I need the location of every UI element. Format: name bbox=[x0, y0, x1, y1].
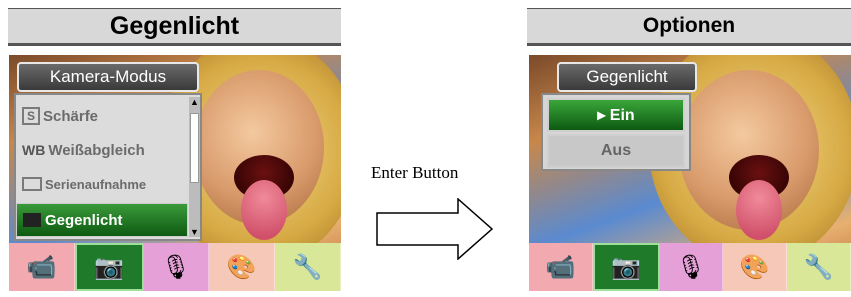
menu-item-schaerfe[interactable]: S Schärfe bbox=[16, 99, 188, 133]
menu-item-label: Gegenlicht bbox=[45, 211, 123, 229]
right-arrow-icon bbox=[376, 198, 494, 260]
right-camera-screen: Gegenlicht ▸ Ein Aus 📹 📷 🎙 🎨 🔧 bbox=[529, 55, 851, 291]
menu-title-gegenlicht: Gegenlicht bbox=[557, 62, 697, 92]
sharpness-icon: S bbox=[22, 107, 40, 125]
mode-tab-bar: 📹 📷 🎙 🎨 🔧 bbox=[9, 243, 341, 291]
photo-tongue bbox=[241, 180, 287, 240]
menu-item-weissabgleich[interactable]: WB Weißabgleich bbox=[16, 133, 188, 167]
microphone-icon: 🎙 bbox=[160, 253, 192, 281]
camera-icon: 📷 bbox=[94, 253, 125, 281]
menu-item-label: Serienaufnahme bbox=[45, 176, 147, 192]
photo-tongue bbox=[736, 180, 782, 240]
enter-button-label: Enter Button bbox=[371, 163, 459, 182]
option-ein[interactable]: ▸ Ein bbox=[547, 98, 685, 132]
right-header: Optionen bbox=[527, 8, 851, 46]
tab-effects[interactable]: 🎨 bbox=[723, 243, 788, 291]
scroll-down-arrow[interactable]: ▼ bbox=[189, 227, 200, 237]
mode-tab-bar: 📹 📷 🎙 🎨 🔧 bbox=[529, 243, 851, 291]
scroll-thumb[interactable] bbox=[190, 113, 199, 183]
camcorder-icon: 📹 bbox=[545, 253, 576, 281]
tab-camera[interactable]: 📷 bbox=[592, 243, 660, 291]
tab-camera[interactable]: 📷 bbox=[74, 243, 144, 291]
menu-title-kamera-modus: Kamera-Modus bbox=[17, 62, 199, 92]
left-camera-screen: Kamera-Modus S Schärfe WB Weißabgleich S… bbox=[9, 55, 341, 291]
tab-video[interactable]: 📹 bbox=[9, 243, 75, 291]
menu-item-label: Schärfe bbox=[43, 107, 99, 125]
white-balance-icon: WB bbox=[22, 142, 46, 158]
menu-scrollbar[interactable]: ▲ ▼ bbox=[189, 97, 200, 237]
menu-item-serienaufnahme[interactable]: Serienaufnahme bbox=[16, 167, 188, 201]
backlight-icon bbox=[23, 213, 41, 227]
tab-voice[interactable]: 🎙 bbox=[143, 243, 210, 291]
menu-item-gegenlicht[interactable]: Gegenlicht bbox=[16, 203, 188, 237]
palette-icon: 🎨 bbox=[739, 253, 770, 281]
tools-icon: 🔧 bbox=[803, 253, 834, 281]
tab-setup[interactable]: 🔧 bbox=[275, 243, 341, 291]
tools-icon: 🔧 bbox=[292, 253, 323, 281]
tab-setup[interactable]: 🔧 bbox=[787, 243, 851, 291]
backlight-options-menu: ▸ Ein Aus bbox=[541, 93, 691, 171]
scroll-up-arrow[interactable]: ▲ bbox=[189, 97, 200, 107]
camcorder-icon: 📹 bbox=[26, 253, 57, 281]
menu-item-label: Weißabgleich bbox=[48, 141, 145, 159]
burst-icon bbox=[22, 177, 42, 191]
tab-voice[interactable]: 🎙 bbox=[659, 243, 724, 291]
left-header: Gegenlicht bbox=[8, 8, 341, 46]
tab-video[interactable]: 📹 bbox=[529, 243, 593, 291]
microphone-icon: 🎙 bbox=[675, 253, 707, 281]
camera-mode-menu: S Schärfe WB Weißabgleich Serienaufnahme… bbox=[14, 93, 202, 241]
camera-icon: 📷 bbox=[611, 253, 642, 281]
option-aus[interactable]: Aus bbox=[547, 134, 685, 168]
palette-icon: 🎨 bbox=[226, 253, 257, 281]
tab-effects[interactable]: 🎨 bbox=[209, 243, 276, 291]
